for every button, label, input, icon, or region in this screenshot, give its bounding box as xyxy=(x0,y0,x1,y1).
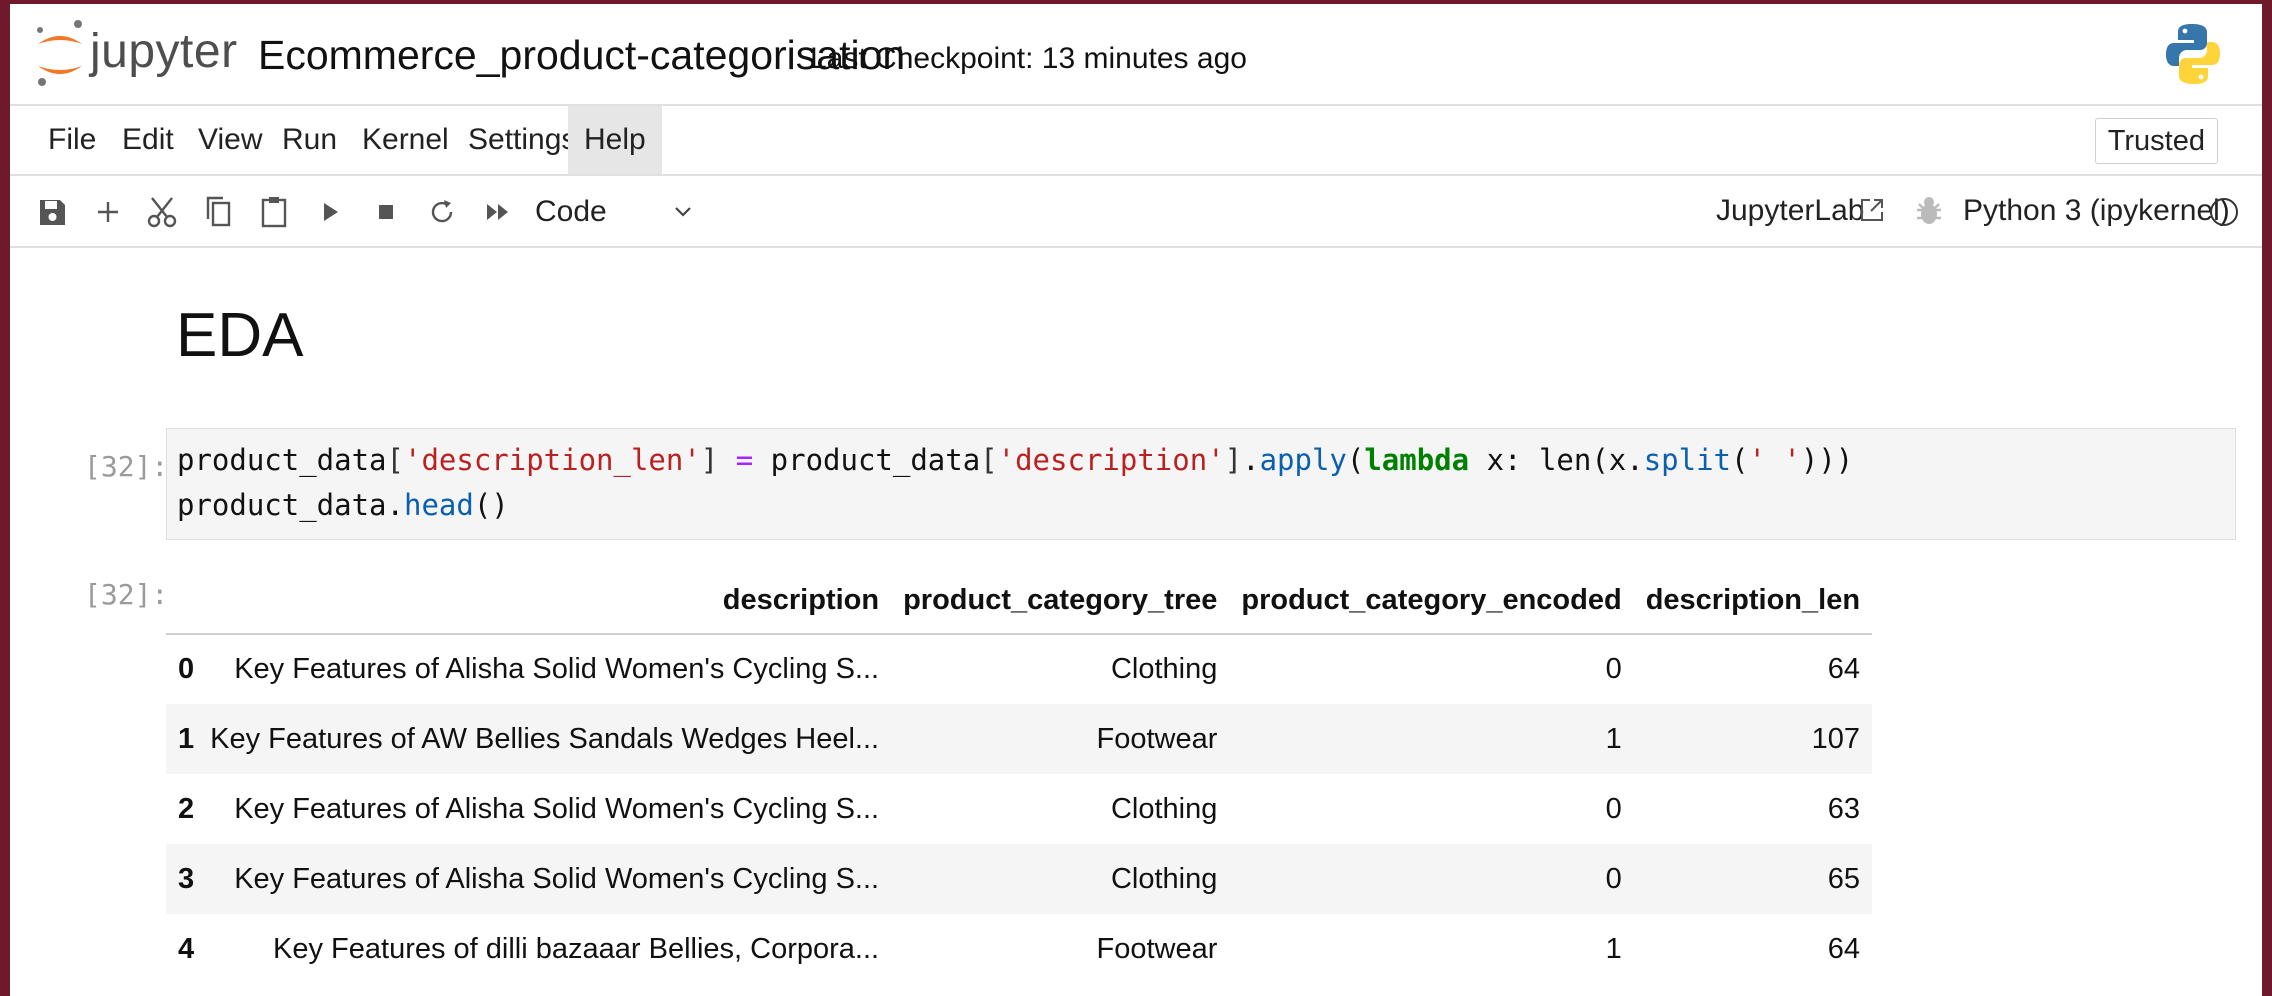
restart-icon xyxy=(431,200,453,223)
cell-category: Clothing xyxy=(891,844,1230,914)
code-line-2: product_data.head() xyxy=(177,488,509,522)
notebook-window: jupyter Ecommerce_product-categorisation… xyxy=(10,4,2262,996)
debugger-bug-icon[interactable] xyxy=(1913,194,1945,228)
jupyter-wordmark: jupyter xyxy=(90,25,238,78)
cell-description: Key Features of dilli bazaaar Bellies, C… xyxy=(273,932,880,965)
save-button[interactable] xyxy=(32,192,72,232)
row-index: 2 xyxy=(178,792,195,825)
menu-bar: File Edit View Run Kernel Settings Help … xyxy=(10,106,2262,176)
menu-help[interactable]: Help xyxy=(568,106,662,174)
notebook-body: EDA [32]: product_data['description_len'… xyxy=(10,248,2262,996)
external-link-icon[interactable] xyxy=(1858,196,1886,224)
cell-description: Key Features of Alisha Solid Women's Cyc… xyxy=(198,844,892,914)
kernel-status-idle-icon xyxy=(2210,198,2238,226)
cell-len: 63 xyxy=(1827,792,1861,825)
output-prompt: [32]: xyxy=(84,578,169,611)
cell-type-value: Code xyxy=(535,195,607,228)
paste-icon xyxy=(261,197,287,228)
column-header-description: description xyxy=(198,568,892,635)
cell-len: 65 xyxy=(1633,844,1873,914)
save-icon xyxy=(40,200,65,225)
menu-kernel[interactable]: Kernel xyxy=(346,106,465,174)
cut-icon xyxy=(147,197,177,228)
menu-view[interactable]: View xyxy=(182,106,278,174)
row-index: 1 xyxy=(166,704,199,774)
input-prompt: [32]: xyxy=(84,450,169,483)
table-row: 0 Key Features of Alisha Solid Women's C… xyxy=(166,634,1872,704)
notebook-title[interactable]: Ecommerce_product-categorisation xyxy=(258,32,905,79)
cell-encoded: 0 xyxy=(1605,653,1622,685)
table-row: 3 Key Features of Alisha Solid Women's C… xyxy=(166,844,1873,914)
table-row: 4 Key Features of dilli bazaaar Bellies,… xyxy=(166,914,1872,984)
column-header-description-len: description_len xyxy=(1633,568,1873,635)
add-icon xyxy=(98,202,118,222)
cell-encoded: 1 xyxy=(1605,932,1622,965)
menu-edit[interactable]: Edit xyxy=(106,106,190,174)
run-icon xyxy=(324,203,338,221)
cell-type-select[interactable]: Code xyxy=(535,190,695,234)
row-index: 0 xyxy=(178,653,195,685)
code-cell-input[interactable]: product_data['description_len'] = produc… xyxy=(166,428,2236,540)
column-header-product-category-encoded: product_category_encoded xyxy=(1229,568,1634,635)
header: jupyter Ecommerce_product-categorisation… xyxy=(10,4,2262,106)
cell-category: Clothing xyxy=(1110,792,1218,825)
jupyter-logo-icon[interactable] xyxy=(32,16,88,90)
cell-len: 64 xyxy=(1827,932,1861,965)
chevron-down-icon xyxy=(675,207,691,217)
cell-category: Clothing xyxy=(1110,653,1218,685)
cell-description: Key Features of AW Bellies Sandals Wedge… xyxy=(198,704,892,774)
row-index: 4 xyxy=(178,932,195,965)
menu-file[interactable]: File xyxy=(32,106,112,174)
cell-len: 107 xyxy=(1633,704,1873,774)
notebook-toolbar: Code JupyterLab Python 3 (ipykernel) xyxy=(10,176,2262,248)
cut-button[interactable] xyxy=(142,192,182,232)
copy-icon xyxy=(206,196,231,227)
cell-category: Footwear xyxy=(891,704,1230,774)
cell-description: Key Features of Alisha Solid Women's Cyc… xyxy=(234,653,880,685)
restart-button[interactable] xyxy=(422,192,462,232)
dataframe-output-table: description product_category_tree produc… xyxy=(166,568,1873,984)
column-header-product-category-tree: product_category_tree xyxy=(891,568,1230,635)
row-index: 3 xyxy=(166,844,199,914)
cell-category: Footwear xyxy=(1096,932,1218,965)
cell-len: 64 xyxy=(1827,653,1861,685)
cell-encoded: 1 xyxy=(1229,704,1634,774)
kernel-name[interactable]: Python 3 (ipykernel) xyxy=(1963,194,2230,228)
add-cell-button[interactable] xyxy=(88,192,128,232)
last-checkpoint: Last Checkpoint: 13 minutes ago xyxy=(810,42,1247,75)
table-row: 2 Key Features of Alisha Solid Women's C… xyxy=(166,774,1872,844)
code-line-1: product_data['description_len'] = produc… xyxy=(177,443,1854,477)
paste-button[interactable] xyxy=(254,192,294,232)
trusted-indicator[interactable]: Trusted xyxy=(2094,118,2218,164)
copy-button[interactable] xyxy=(198,192,238,232)
stop-icon xyxy=(379,205,393,219)
jupyterlab-link[interactable]: JupyterLab xyxy=(1716,194,1864,228)
run-button[interactable] xyxy=(310,192,350,232)
cell-encoded: 0 xyxy=(1229,844,1634,914)
column-header-index xyxy=(166,568,199,635)
cell-encoded: 0 xyxy=(1605,792,1622,825)
stop-button[interactable] xyxy=(366,192,406,232)
table-header-row: description product_category_tree produc… xyxy=(166,568,1873,635)
cell-description: Key Features of Alisha Solid Women's Cyc… xyxy=(234,792,880,825)
restart-run-all-button[interactable] xyxy=(478,192,518,232)
fast-forward-icon xyxy=(487,204,508,220)
table-row: 1 Key Features of AW Bellies Sandals Wed… xyxy=(166,704,1873,774)
python-logo-icon xyxy=(2166,24,2220,84)
markdown-heading[interactable]: EDA xyxy=(176,300,303,371)
menu-run[interactable]: Run xyxy=(266,106,353,174)
